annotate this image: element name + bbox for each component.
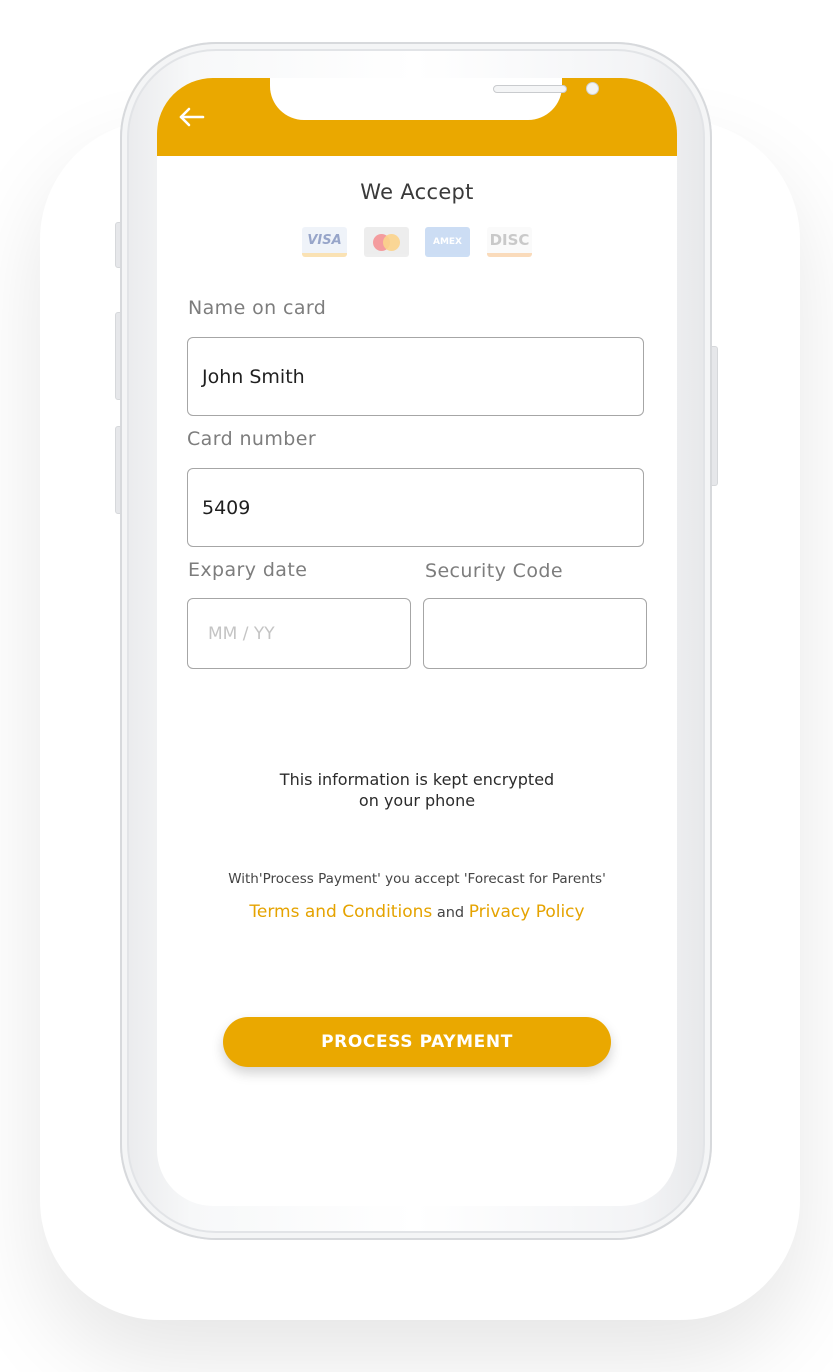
visa-icon: VISA [302,227,347,257]
arrow-left-icon[interactable] [177,102,207,132]
terms-links: Terms and Conditions and Privacy Policy [157,902,677,922]
terms-text: With'Process Payment' you accept 'Foreca… [228,871,606,887]
front-camera [586,82,599,95]
encryption-note-line1: This information is kept encrypted [279,770,555,789]
name-on-card-value: John Smith [202,365,305,388]
terms-and-conditions-link[interactable]: Terms and Conditions [249,902,432,922]
speaker-grille [493,85,567,93]
terms-and-separator: and [436,905,465,921]
encryption-note: This information is kept encrypted on yo… [157,769,677,811]
encryption-note-line2: on your phone [358,791,476,810]
amex-icon: AMEX [425,227,470,257]
process-payment-button[interactable]: PROCESS PAYMENT [223,1017,611,1067]
expiry-placeholder: MM / YY [208,623,275,644]
expiry-date-label: Expary date [188,559,308,581]
security-code-label: Security Code [425,560,563,582]
card-number-label: Card number [187,428,317,450]
phone-notch [270,78,599,120]
discover-icon: DISC [487,227,532,257]
name-on-card-field[interactable]: John Smith [187,337,644,416]
mastercard-icon [364,227,409,257]
we-accept-title: We Accept [360,180,474,204]
security-code-field[interactable] [423,598,647,669]
privacy-policy-link[interactable]: Privacy Policy [469,902,585,922]
expiry-date-field[interactable]: MM / YY [187,598,411,669]
card-number-field[interactable]: 5409 [187,468,644,547]
phone-screen: We Accept VISA AMEX DISC Name on card Jo… [157,78,677,1206]
card-number-value: 5409 [202,496,251,519]
accepted-cards: VISA AMEX DISC [302,227,534,259]
name-on-card-label: Name on card [188,297,327,319]
